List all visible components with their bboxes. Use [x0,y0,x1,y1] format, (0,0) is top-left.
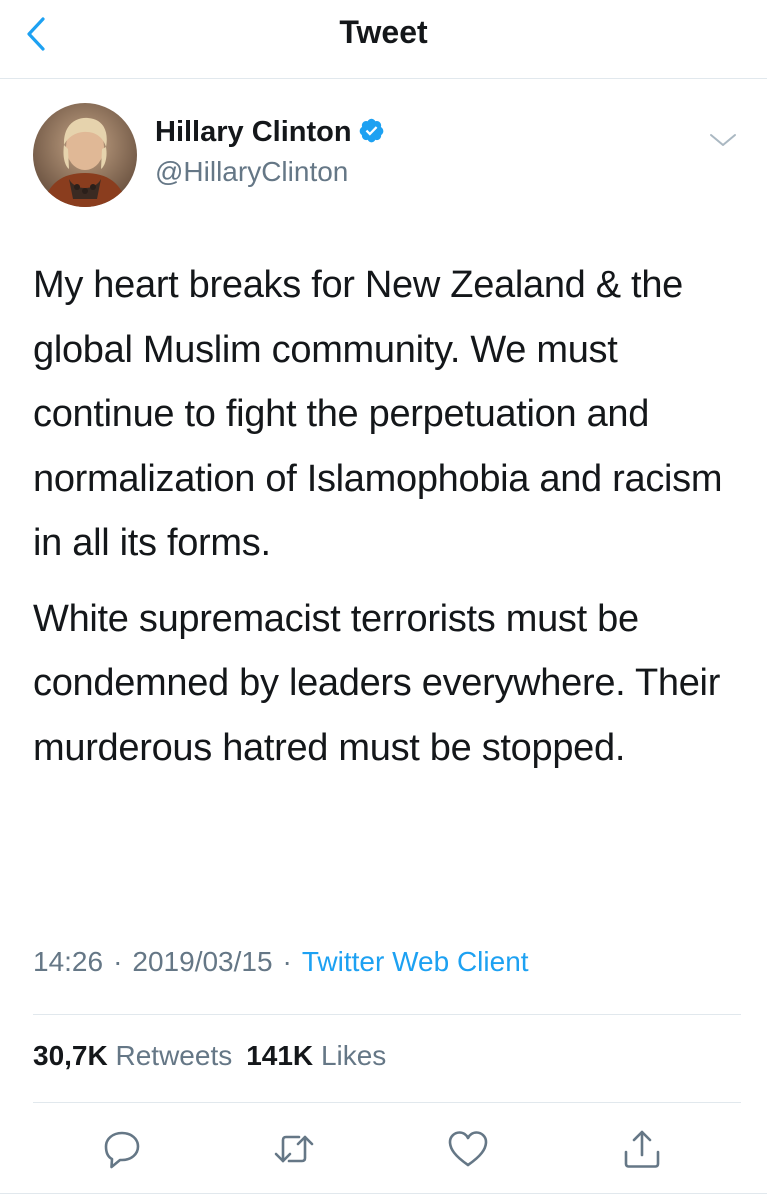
verified-badge-icon [358,117,385,152]
tweet-text: My heart breaks for New Zealand & the gl… [33,253,743,780]
page-title: Tweet [339,14,428,50]
divider [0,1193,767,1194]
retweet-button[interactable] [271,1126,317,1172]
author-name-text: Hillary Clinton [155,116,352,148]
reply-icon [104,1131,140,1169]
meta-separator: · [282,946,292,977]
action-bar [0,1126,767,1172]
tweet-paragraph: White supremacist terrorists must be con… [33,597,721,769]
likes-stat[interactable]: 141K Likes [246,1040,386,1071]
share-icon [624,1130,660,1168]
tweet-paragraph: My heart breaks for New Zealand & the gl… [33,264,723,564]
author-handle[interactable]: @HillaryClinton [155,156,348,188]
meta-separator: · [113,946,123,977]
avatar[interactable] [33,103,137,207]
nav-bar: Tweet [0,0,767,79]
like-button[interactable] [445,1126,491,1172]
chevron-down-icon [710,134,736,146]
reply-button[interactable] [99,1126,145,1172]
more-options-button[interactable] [707,128,739,152]
likes-label: Likes [320,1040,387,1071]
divider [33,1014,741,1015]
divider [33,1102,741,1103]
tweet-date[interactable]: 2019/03/15 [132,946,272,977]
tweet-meta: 14:26 · 2019/03/15 · Twitter Web Client [33,946,529,978]
author-name[interactable]: Hillary Clinton [155,116,385,152]
profile-photo [33,103,137,207]
retweets-label: Retweets [115,1040,233,1071]
like-icon [448,1131,488,1167]
tweet-time[interactable]: 14:26 [33,946,103,977]
tweet-source-link[interactable]: Twitter Web Client [302,946,529,977]
likes-count: 141K [246,1040,314,1071]
retweet-icon [274,1135,314,1163]
tweet-stats: 30,7K Retweets 141K Likes [33,1040,386,1072]
retweets-count: 30,7K [33,1040,108,1071]
retweets-stat[interactable]: 30,7K Retweets [33,1040,232,1071]
share-button[interactable] [619,1126,665,1172]
